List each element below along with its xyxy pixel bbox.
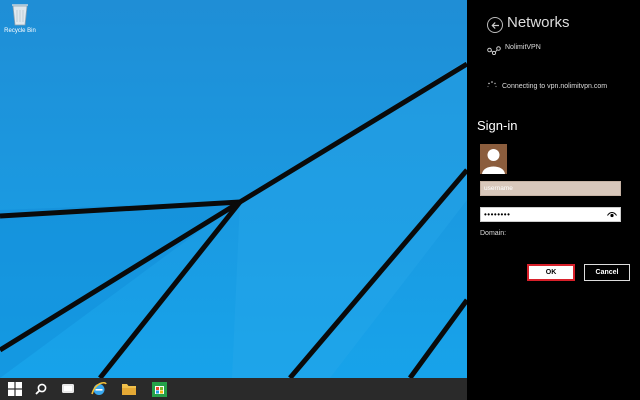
search-icon	[35, 383, 47, 395]
taskbar	[0, 378, 467, 400]
vpn-icon	[487, 46, 501, 55]
cancel-button[interactable]: Cancel	[584, 264, 630, 281]
task-view-icon	[62, 384, 74, 393]
panel-title: Networks	[507, 14, 570, 31]
signin-title: Sign-in	[477, 118, 518, 133]
search-button[interactable]	[28, 378, 54, 400]
password-field[interactable]: ••••••••	[480, 207, 621, 222]
ie-icon	[91, 381, 107, 395]
windows-logo-icon	[8, 382, 22, 396]
desktop: Recycle Bin	[0, 0, 467, 378]
store-button[interactable]	[146, 378, 172, 400]
task-view-button[interactable]	[55, 378, 81, 400]
recycle-bin-graphic	[10, 2, 30, 26]
back-arrow-icon	[490, 21, 499, 29]
file-explorer-button[interactable]	[116, 378, 142, 400]
ok-button[interactable]: OK	[527, 264, 575, 281]
wallpaper	[0, 0, 467, 378]
user-avatar	[480, 144, 507, 174]
networks-panel: Networks NolimitVPN Connecting to vpn.no…	[467, 0, 640, 400]
connecting-status: Connecting to vpn.nolimitvpn.com	[502, 83, 608, 90]
internet-explorer-button[interactable]	[86, 378, 112, 400]
reveal-password-icon[interactable]	[607, 211, 617, 218]
folder-icon	[122, 384, 136, 395]
store-icon	[151, 381, 167, 397]
domain-label: Domain:	[480, 230, 507, 237]
vpn-connection-name[interactable]: NolimitVPN	[505, 44, 541, 51]
start-button[interactable]	[2, 378, 28, 400]
password-value: ••••••••	[484, 210, 511, 219]
recycle-bin-icon[interactable]: Recycle Bin	[2, 2, 38, 34]
user-avatar-icon	[480, 144, 507, 174]
progress-spinner-icon	[487, 81, 497, 88]
username-field[interactable]: username	[480, 181, 621, 196]
recycle-bin-label: Recycle Bin	[4, 28, 36, 34]
back-button[interactable]	[487, 17, 503, 33]
